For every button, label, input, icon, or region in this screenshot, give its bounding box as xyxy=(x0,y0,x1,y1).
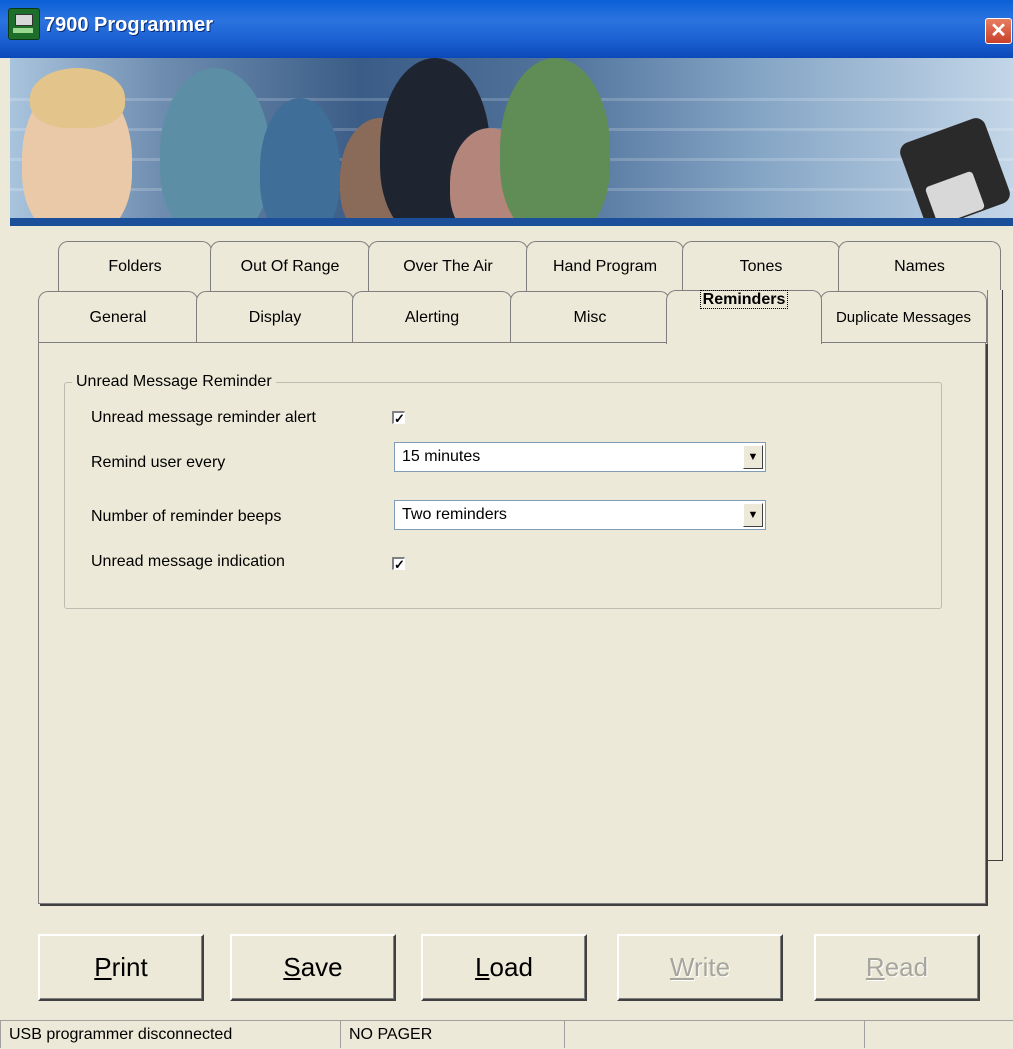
title-bar: 7900 Programmer ✕ xyxy=(0,0,1013,58)
save-button[interactable]: Save xyxy=(230,934,396,1001)
unread-alert-checkbox[interactable]: ✓ xyxy=(392,411,405,425)
tab-general[interactable]: General xyxy=(38,291,198,343)
tab-hand-program[interactable]: Hand Program xyxy=(526,241,684,291)
remind-every-select[interactable]: 15 minutes ▼ xyxy=(394,442,766,472)
groupbox-title: Unread Message Reminder xyxy=(72,373,276,391)
tab-stack-edge xyxy=(987,290,1003,861)
status-spare xyxy=(864,1020,1013,1048)
status-pager: NO PAGER xyxy=(340,1020,564,1048)
tab-over-the-air[interactable]: Over The Air xyxy=(368,241,528,291)
close-button[interactable]: ✕ xyxy=(985,18,1012,44)
unread-alert-label: Unread message reminder alert xyxy=(91,409,316,426)
read-button[interactable]: Read xyxy=(814,934,980,1001)
dropdown-arrow-icon[interactable]: ▼ xyxy=(743,503,763,527)
reminder-beeps-value: Two reminders xyxy=(402,506,507,523)
print-button[interactable]: Print xyxy=(38,934,204,1001)
load-button[interactable]: Load xyxy=(421,934,587,1001)
tab-duplicate-messages[interactable]: Duplicate Messages xyxy=(820,291,987,343)
tab-folders[interactable]: Folders xyxy=(58,241,212,291)
status-extra xyxy=(564,1020,864,1048)
tab-names[interactable]: Names xyxy=(838,241,1001,291)
banner-border xyxy=(10,218,1013,226)
tab-out-of-range[interactable]: Out Of Range xyxy=(210,241,370,291)
app-icon xyxy=(8,8,40,40)
write-button[interactable]: Write xyxy=(617,934,783,1001)
reminder-beeps-select[interactable]: Two reminders ▼ xyxy=(394,500,766,530)
tab-reminders[interactable]: Reminders xyxy=(666,290,822,344)
remind-every-label: Remind user every xyxy=(91,454,226,471)
beeps-label: Number of reminder beeps xyxy=(91,508,282,525)
window-title: 7900 Programmer xyxy=(44,14,213,36)
tab-misc[interactable]: Misc xyxy=(510,291,670,343)
indication-label: Unread message indication xyxy=(91,553,285,570)
indication-checkbox[interactable]: ✓ xyxy=(392,557,405,571)
remind-every-value: 15 minutes xyxy=(402,448,481,465)
header-banner-image xyxy=(10,58,1013,226)
status-connection: USB programmer disconnected xyxy=(0,1020,340,1048)
tab-tones[interactable]: Tones xyxy=(682,241,840,291)
dropdown-arrow-icon[interactable]: ▼ xyxy=(743,445,763,469)
tab-alerting[interactable]: Alerting xyxy=(352,291,512,343)
tab-display[interactable]: Display xyxy=(196,291,354,343)
